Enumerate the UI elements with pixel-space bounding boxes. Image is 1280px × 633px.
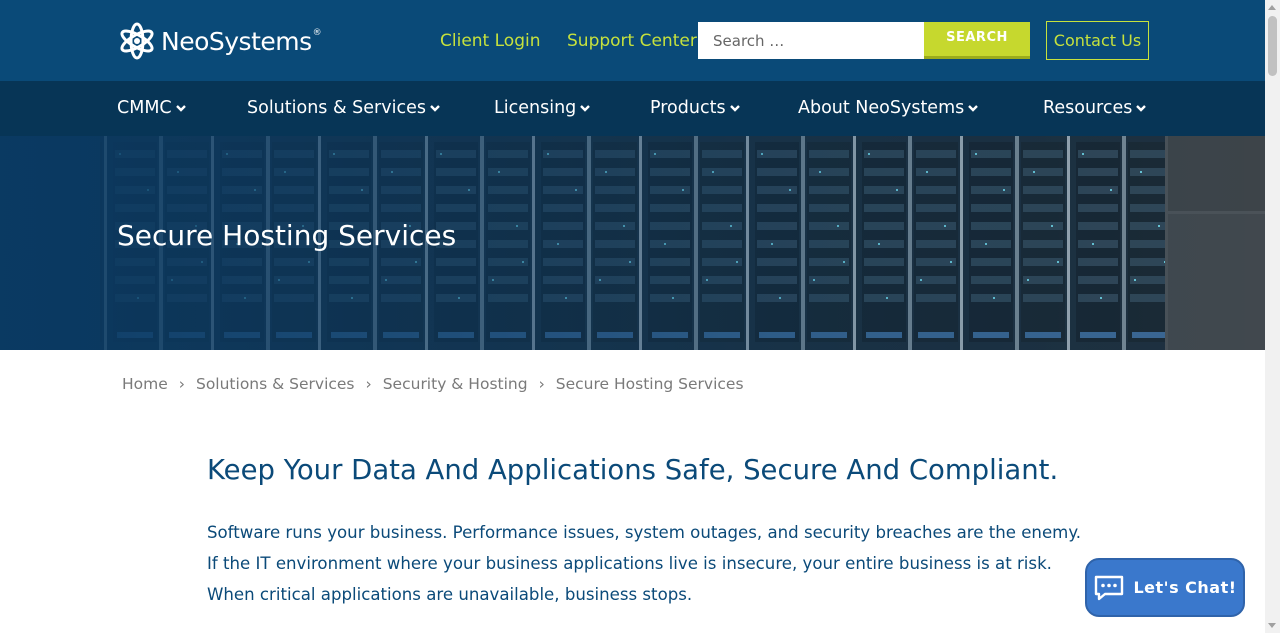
section-heading: Keep Your Data And Applications Safe, Se… bbox=[207, 454, 1059, 486]
chat-bubble-icon bbox=[1095, 575, 1124, 600]
page-title: Secure Hosting Services bbox=[117, 219, 457, 252]
logo-text: NeoSystems bbox=[161, 26, 312, 56]
breadcrumb: Home › Solutions & Services › Security &… bbox=[122, 375, 744, 393]
chevron-down-icon bbox=[1136, 105, 1147, 112]
chevron-down-icon bbox=[729, 105, 740, 112]
nav-item-cmmc[interactable]: CMMC bbox=[117, 98, 187, 118]
top-header: NeoSystems ® Client Login Support Center… bbox=[0, 0, 1265, 81]
nav-item-label: Licensing bbox=[494, 98, 577, 118]
nav-item-label: Solutions & Services bbox=[247, 98, 426, 118]
nav-item-label: CMMC bbox=[117, 98, 172, 118]
chevron-down-icon bbox=[968, 105, 979, 112]
scroll-thumb[interactable] bbox=[1268, 16, 1277, 76]
chevron-down-icon bbox=[580, 105, 591, 112]
search-button[interactable]: SEARCH bbox=[924, 22, 1030, 59]
support-center-link[interactable]: Support Center bbox=[567, 31, 697, 51]
page-scrollbar[interactable] bbox=[1265, 0, 1280, 633]
nav-item-label: About NeoSystems bbox=[798, 98, 965, 118]
nav-item-about-neosystems[interactable]: About NeoSystems bbox=[798, 98, 979, 118]
main-nav: CMMC Solutions & Services Licensing Prod… bbox=[0, 81, 1265, 136]
nav-item-licensing[interactable]: Licensing bbox=[494, 98, 591, 118]
contact-us-button[interactable]: Contact Us bbox=[1046, 21, 1149, 60]
breadcrumb-separator: › bbox=[538, 375, 545, 393]
neosystems-logo[interactable]: NeoSystems ® bbox=[117, 19, 322, 63]
breadcrumb-security-hosting[interactable]: Security & Hosting bbox=[383, 375, 528, 393]
chat-label: Let's Chat! bbox=[1133, 578, 1237, 597]
search-input[interactable] bbox=[698, 22, 924, 59]
breadcrumb-separator: › bbox=[365, 375, 372, 393]
breadcrumb-separator: › bbox=[178, 375, 185, 393]
lets-chat-button[interactable]: Let's Chat! bbox=[1085, 558, 1245, 617]
nav-item-products[interactable]: Products bbox=[650, 98, 741, 118]
logo-mark-icon bbox=[120, 22, 154, 60]
chevron-down-icon bbox=[430, 105, 440, 112]
scroll-down-arrow-icon[interactable] bbox=[1268, 623, 1276, 628]
nav-item-label: Products bbox=[650, 98, 726, 118]
breadcrumb-solutions-services[interactable]: Solutions & Services bbox=[196, 375, 355, 393]
breadcrumb-home[interactable]: Home bbox=[122, 375, 168, 393]
intro-paragraph: Software runs your business. Performance… bbox=[207, 523, 1082, 604]
breadcrumb-current: Secure Hosting Services bbox=[555, 375, 744, 393]
client-login-link[interactable]: Client Login bbox=[440, 31, 540, 51]
scroll-up-arrow-icon[interactable] bbox=[1268, 5, 1276, 10]
chevron-down-icon bbox=[175, 105, 186, 112]
logo-registered-mark: ® bbox=[312, 28, 322, 38]
nav-item-label: Resources bbox=[1043, 98, 1133, 118]
nav-item-solutions-services[interactable]: Solutions & Services bbox=[247, 98, 441, 118]
nav-item-resources[interactable]: Resources bbox=[1043, 98, 1147, 118]
hero-banner: Secure Hosting Services bbox=[0, 136, 1265, 350]
